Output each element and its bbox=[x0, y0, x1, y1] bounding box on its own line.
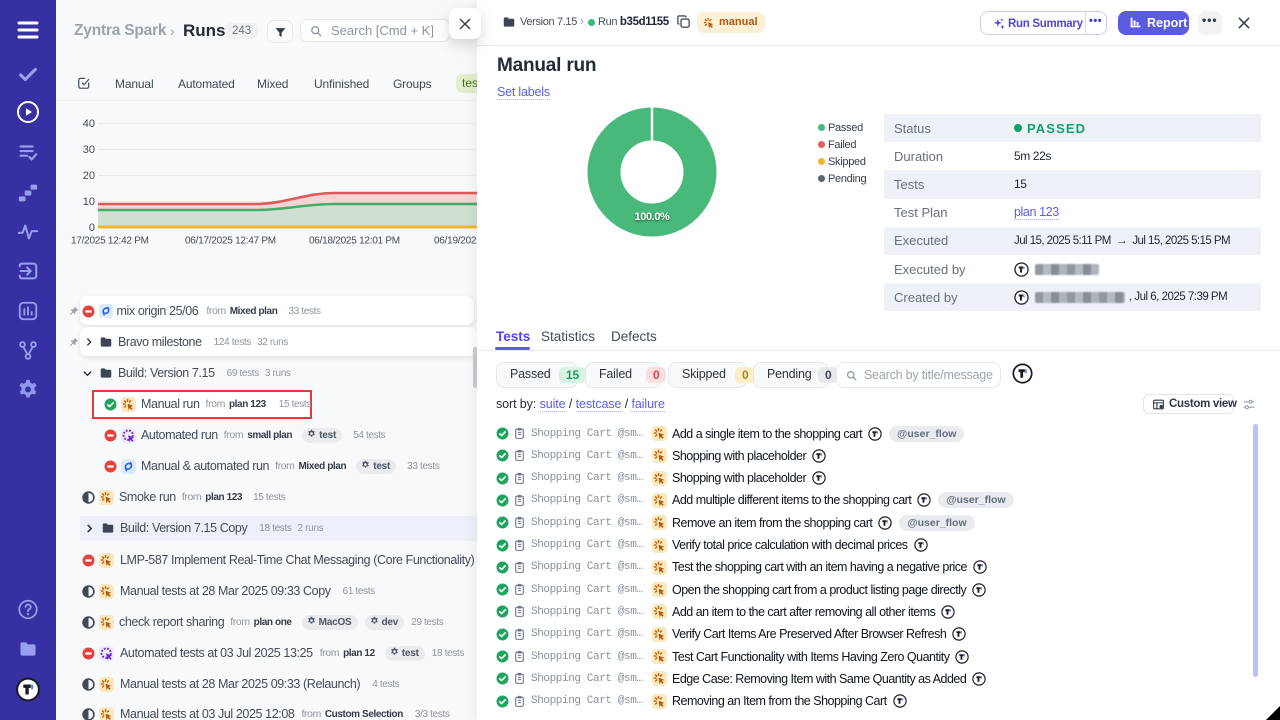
svg-text:06/18/2025 12:01 PM: 06/18/2025 12:01 PM bbox=[309, 236, 400, 247]
svg-text:06/19/2025 1: 06/19/2025 1 bbox=[434, 236, 477, 247]
svg-text:17/2025 12:42 PM: 17/2025 12:42 PM bbox=[71, 236, 149, 247]
svg-text:20: 20 bbox=[83, 170, 95, 182]
svg-text:40: 40 bbox=[83, 118, 95, 130]
svg-text:30: 30 bbox=[83, 144, 95, 156]
svg-text:100.0%: 100.0% bbox=[635, 211, 671, 223]
svg-text:10: 10 bbox=[83, 196, 95, 208]
svg-text:0: 0 bbox=[89, 222, 95, 234]
svg-text:06/17/2025 12:47 PM: 06/17/2025 12:47 PM bbox=[185, 236, 276, 247]
